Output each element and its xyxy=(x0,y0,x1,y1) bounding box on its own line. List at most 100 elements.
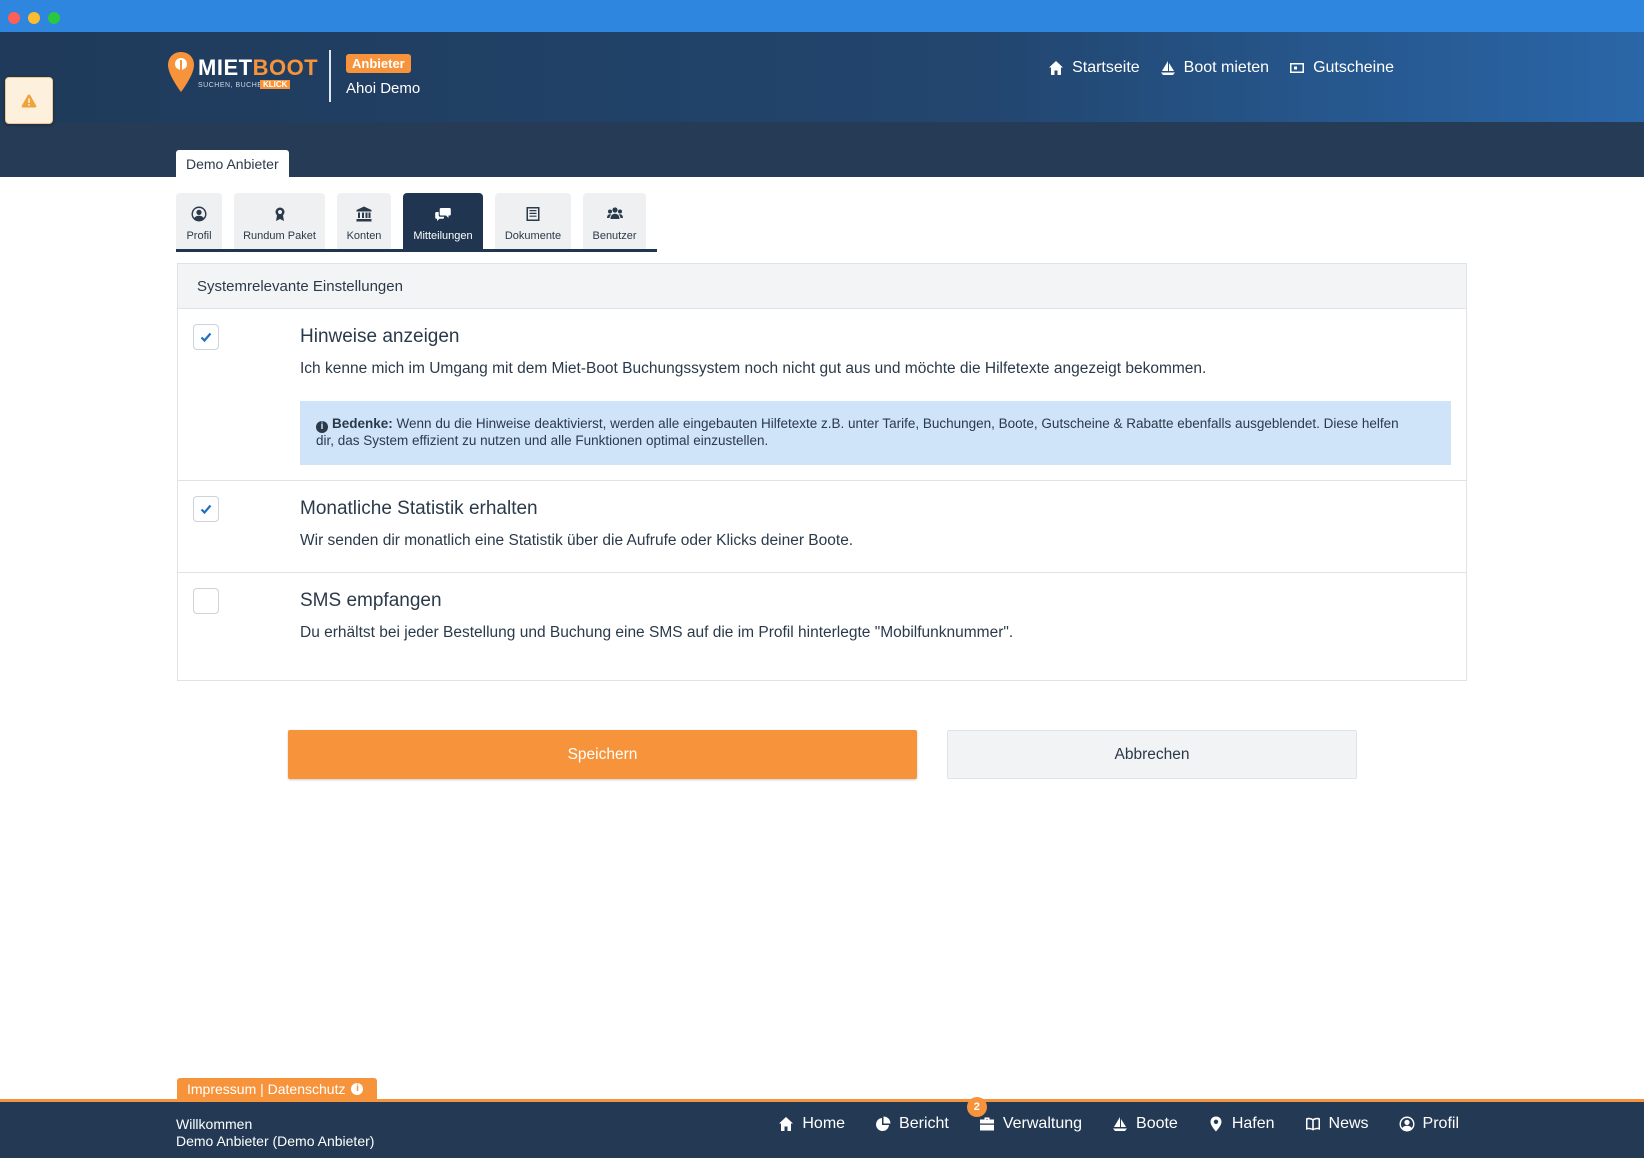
save-button[interactable]: Speichern xyxy=(288,730,917,779)
bottom-nav-verwaltung-label: Verwaltung xyxy=(1002,1115,1083,1132)
bottom-nav-bericht[interactable]: Bericht xyxy=(875,1115,949,1133)
setting-row-sms: SMS empfangen Du erhältst bei jeder Best… xyxy=(178,573,1466,680)
tab-konten[interactable]: Konten xyxy=(337,193,391,250)
bottom-nav-profil-label: Profil xyxy=(1422,1115,1459,1132)
mietboot-logo[interactable]: MIETBOOT SUCHEN, BUCHEN KLICK xyxy=(168,52,318,96)
bottom-nav-home-label: Home xyxy=(802,1115,846,1132)
statistik-checkbox[interactable] xyxy=(193,496,219,522)
tab-benutzer[interactable]: Benutzer xyxy=(583,193,646,250)
newspaper-icon xyxy=(1305,1117,1320,1131)
zoom-window-button[interactable] xyxy=(48,12,60,24)
bottom-nav-home[interactable]: Home xyxy=(778,1115,845,1133)
hint-info-line-2: dir, das System effizient zu nutzen und … xyxy=(316,433,769,448)
tab-benutzer-label: Benutzer xyxy=(592,230,637,242)
home-icon xyxy=(779,1117,794,1131)
browser-window: MIETBOOT SUCHEN, BUCHEN KLICK Anbieter A… xyxy=(0,0,1644,1158)
setting-title: SMS empfangen xyxy=(300,590,442,611)
tab-dokumente-label: Dokumente xyxy=(504,230,562,242)
bottom-nav-news-label: News xyxy=(1328,1115,1369,1132)
setting-row-statistik: Monatliche Statistik erhalten Wir senden… xyxy=(178,481,1466,573)
notification-badge: 2 xyxy=(966,1097,987,1117)
setting-description: Ich kenne mich im Umgang mit dem Miet-Bo… xyxy=(300,360,1207,377)
header-divider xyxy=(329,50,331,102)
account-label: Demo Anbieter (Demo Anbieter) xyxy=(176,1133,375,1149)
users-icon xyxy=(606,207,623,219)
info-icon: i xyxy=(351,1083,364,1095)
bottom-nav-boote-label: Boote xyxy=(1136,1115,1178,1132)
hinweise-checkbox[interactable] xyxy=(193,324,219,350)
briefcase-icon xyxy=(979,1117,994,1131)
info-icon: i xyxy=(316,421,328,433)
award-icon xyxy=(275,207,284,221)
top-navigation: Startseite Boot mieten Gutscheine xyxy=(1048,59,1394,77)
close-window-button[interactable] xyxy=(8,12,20,24)
tab-mitteilungen[interactable]: Mitteilungen xyxy=(403,193,483,250)
settings-tabs: Profil Rundum Paket Konten Mitteilungen … xyxy=(176,193,646,250)
checkmark-icon xyxy=(200,504,212,515)
setting-title: Monatliche Statistik erhalten xyxy=(300,498,538,519)
bottom-nav-profil[interactable]: Profil xyxy=(1399,1115,1459,1133)
header-user-name: Ahoi Demo xyxy=(346,80,421,97)
nav-boot-mieten[interactable]: Boot mieten xyxy=(1160,59,1269,77)
provider-tab[interactable]: Demo Anbieter xyxy=(176,150,289,177)
tab-profil[interactable]: Profil xyxy=(176,193,222,250)
nav-startseite[interactable]: Startseite xyxy=(1048,59,1140,77)
setting-description: Wir senden dir monatlich eine Statistik … xyxy=(300,532,854,549)
warning-icon xyxy=(21,94,37,107)
nav-gutscheine[interactable]: Gutscheine xyxy=(1289,59,1394,77)
hint-info-box: i Bedenke: Wenn du die Hinweise deaktivie… xyxy=(300,401,1451,465)
bottom-nav-hafen[interactable]: Hafen xyxy=(1208,1115,1275,1133)
user-circle-icon xyxy=(191,206,207,222)
footer-welcome: Willkommen Demo Anbieter (Demo Anbieter) xyxy=(176,1116,374,1150)
tab-profil-label: Profil xyxy=(186,230,212,242)
pie-chart-icon xyxy=(876,1116,891,1131)
window-titlebar xyxy=(0,0,1644,32)
hint-info-label: Bedenke: xyxy=(332,416,393,431)
nav-boot-mieten-label: Boot mieten xyxy=(1183,59,1270,76)
logo-wordmark: MIETBOOT xyxy=(198,55,319,80)
welcome-label: Willkommen xyxy=(176,1116,253,1132)
legal-link-label: Impressum | Datenschutz xyxy=(187,1081,346,1097)
warning-button[interactable] xyxy=(5,77,53,124)
voucher-icon xyxy=(1290,63,1305,73)
tabs-underline xyxy=(176,249,657,252)
bottom-nav-verwaltung[interactable]: 2 Verwaltung xyxy=(966,1097,1083,1133)
tab-rundum-paket-label: Rundum Paket xyxy=(243,230,316,242)
bottom-nav-news[interactable]: News xyxy=(1305,1115,1369,1133)
minimize-window-button[interactable] xyxy=(28,12,40,24)
anchor-pin-icon xyxy=(168,52,194,92)
bank-icon xyxy=(356,206,372,222)
map-pin-icon xyxy=(1210,1116,1222,1132)
nav-startseite-label: Startseite xyxy=(1072,59,1140,76)
role-badge: Anbieter xyxy=(346,54,411,73)
sailboat-icon xyxy=(1113,1117,1128,1131)
settings-panel: Systemrelevante Einstellungen Hinweise a… xyxy=(177,263,1467,681)
tab-konten-label: Konten xyxy=(346,230,382,242)
bottom-navigation: Home Bericht 2 Verwaltung Boote Hafen Ne… xyxy=(778,1097,1459,1133)
sms-checkbox[interactable] xyxy=(193,588,219,614)
bottom-nav-bericht-label: Bericht xyxy=(899,1115,949,1132)
hint-info-line-1: i Bedenke: Wenn du die Hinweise deaktivie… xyxy=(316,416,1435,433)
logo-klick-label: KLICK xyxy=(260,80,291,89)
cancel-button[interactable]: Abbrechen xyxy=(947,730,1357,779)
tab-rundum-paket[interactable]: Rundum Paket xyxy=(234,193,325,250)
user-circle-icon xyxy=(1399,1116,1415,1132)
checkmark-icon xyxy=(200,332,212,343)
chat-icon xyxy=(435,208,451,221)
setting-description: Du erhältst bei jeder Bestellung und Buc… xyxy=(300,624,1014,641)
tab-mitteilungen-label: Mitteilungen xyxy=(413,230,473,242)
legal-link[interactable]: Impressum | Datenschutz i xyxy=(177,1078,378,1100)
document-icon xyxy=(526,207,540,221)
setting-row-hinweise: Hinweise anzeigen Ich kenne mich im Umga… xyxy=(178,309,1466,481)
nav-gutscheine-label: Gutscheine xyxy=(1313,59,1394,76)
logo-tagline: SUCHEN, BUCHEN xyxy=(198,82,269,89)
bottom-nav-boote[interactable]: Boote xyxy=(1112,1115,1178,1133)
site-header: MIETBOOT SUCHEN, BUCHEN KLICK Anbieter A… xyxy=(0,32,1644,122)
tab-dokumente[interactable]: Dokumente xyxy=(495,193,571,250)
bottom-nav-hafen-label: Hafen xyxy=(1231,1115,1275,1132)
hint-info-text-1: Wenn du die Hinweise deaktivierst, werde… xyxy=(396,416,1399,431)
site-footer: Willkommen Demo Anbieter (Demo Anbieter)… xyxy=(0,1097,1644,1158)
home-icon xyxy=(1049,61,1064,75)
setting-title: Hinweise anzeigen xyxy=(300,326,460,347)
panel-title: Systemrelevante Einstellungen xyxy=(178,264,1466,309)
